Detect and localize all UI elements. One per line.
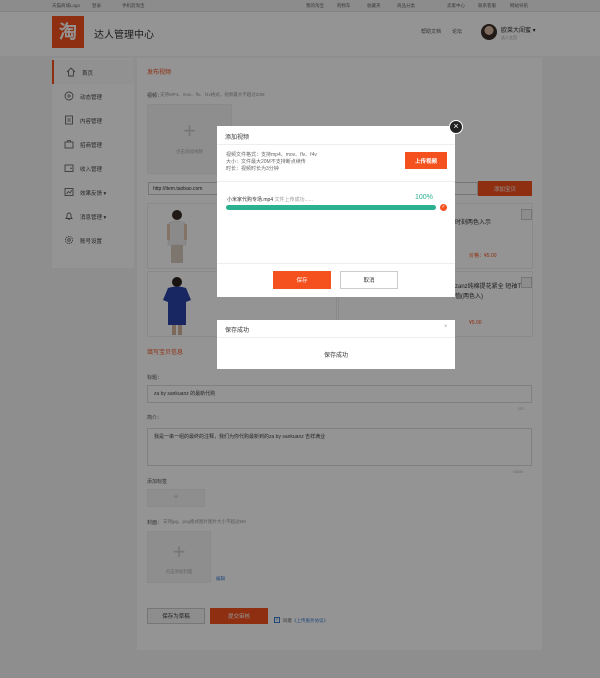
- upload-video-button[interactable]: 上传视频: [405, 152, 447, 169]
- dialog-close-button[interactable]: ×: [449, 120, 463, 134]
- requirement-size: 大小：文件最大20M不支持断点续传: [226, 159, 306, 165]
- upload-progress-fill: [226, 205, 436, 210]
- toast-close-icon[interactable]: ×: [444, 324, 448, 330]
- dialog-title: 添加视频: [225, 135, 250, 141]
- requirement-duration: 时长：视频时长为3分钟: [226, 166, 279, 172]
- toast-title: 保存成功: [225, 328, 250, 334]
- upload-file-name: 小米家代购专场.mp4 文件上传成功......: [227, 197, 313, 203]
- upload-status: 文件上传成功......: [274, 197, 313, 203]
- requirement-format: 视频文件格式：支持mp4、mov、flv、f4v: [226, 152, 317, 158]
- dialog-cancel-button[interactable]: 取消: [340, 271, 398, 289]
- save-success-dialog: 保存成功 × 保存成功: [217, 320, 455, 369]
- dialog-divider: [217, 144, 455, 145]
- dialog-save-button[interactable]: 保存: [273, 271, 331, 289]
- toast-message: 保存成功: [323, 353, 348, 359]
- upload-percent: 100%: [415, 194, 433, 201]
- dialog-divider: [217, 181, 455, 182]
- add-video-dialog: 添加视频 视频文件格式：支持mp4、mov、flv、f4v 大小：文件最大20M…: [217, 126, 455, 297]
- upload-complete-icon: ✓: [440, 204, 447, 211]
- dialog-divider: [217, 337, 455, 338]
- upload-progress-bar: [226, 205, 436, 210]
- dialog-divider: [217, 263, 455, 264]
